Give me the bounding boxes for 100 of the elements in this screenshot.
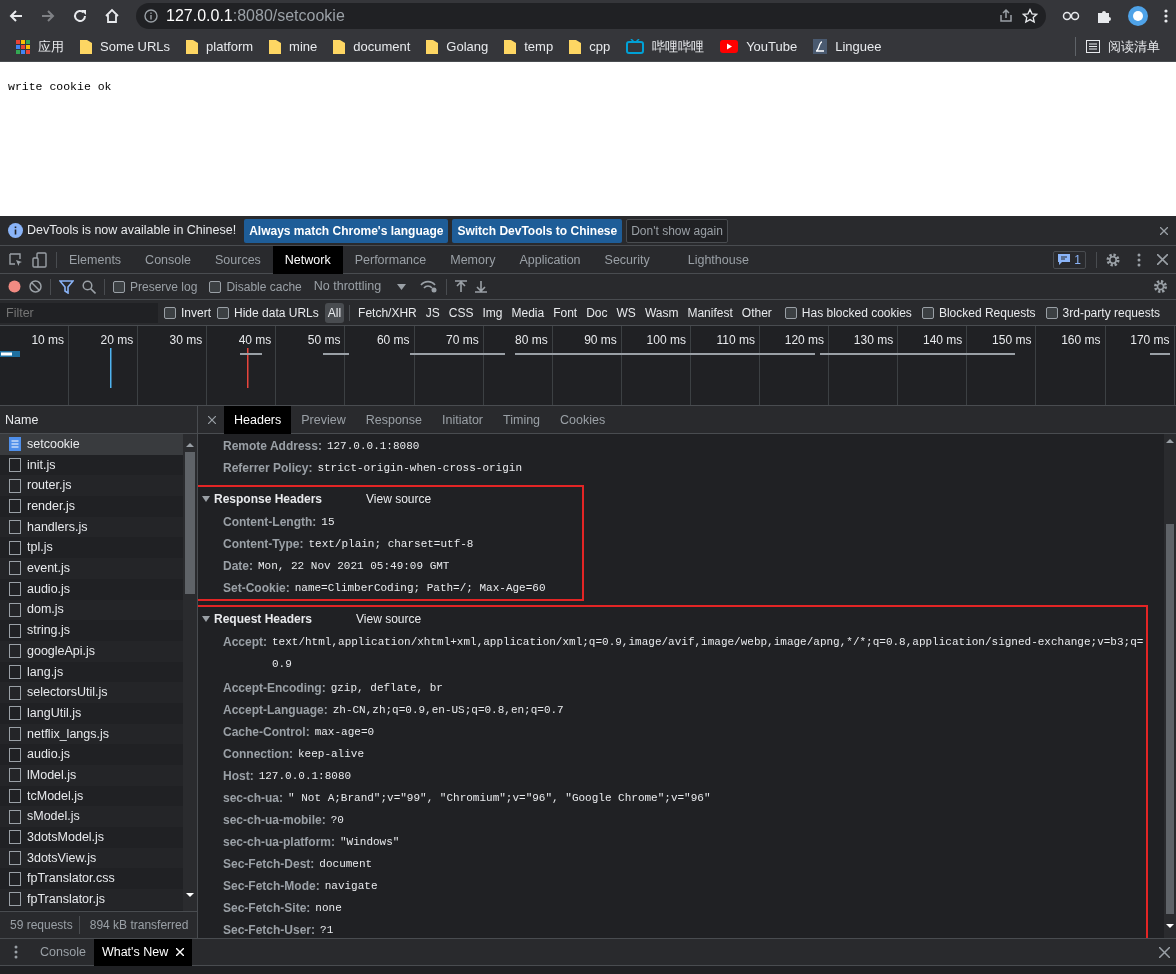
checkbox[interactable] bbox=[217, 306, 229, 319]
type-filter-button[interactable]: Other bbox=[738, 302, 775, 323]
request-row[interactable]: string.js bbox=[0, 620, 183, 641]
issues-button[interactable]: 1 bbox=[1053, 250, 1086, 269]
detail-tab[interactable]: Timing bbox=[493, 405, 551, 434]
request-row[interactable]: langUtil.js bbox=[0, 702, 183, 724]
panel-tab[interactable]: Lighthouse bbox=[661, 245, 761, 274]
request-row[interactable]: fpTranslator.css bbox=[0, 868, 183, 890]
infobar-button[interactable]: Switch DevTools to Chinese bbox=[452, 218, 623, 243]
checkbox[interactable] bbox=[209, 280, 222, 293]
request-row[interactable]: 3dotsView.js bbox=[0, 847, 183, 869]
bookmark-link[interactable]: Some URLs bbox=[80, 36, 171, 57]
panel-tab[interactable]: Network bbox=[272, 245, 343, 274]
request-row[interactable]: setcookie bbox=[0, 434, 183, 455]
type-filter-button[interactable]: JS bbox=[422, 302, 443, 323]
drawer-tab[interactable]: Console bbox=[32, 938, 94, 966]
more-icon[interactable] bbox=[1164, 8, 1168, 24]
wifi-gear-icon[interactable] bbox=[420, 280, 439, 293]
home-icon[interactable] bbox=[104, 8, 120, 24]
request-row[interactable]: render.js bbox=[0, 496, 183, 517]
detail-tab[interactable]: Initiator bbox=[432, 405, 493, 434]
panel-tab[interactable]: Application bbox=[507, 245, 593, 274]
puzzle-icon[interactable] bbox=[1096, 8, 1112, 24]
request-row[interactable]: handlers.js bbox=[0, 516, 183, 538]
detail-tab[interactable]: Response bbox=[355, 405, 432, 434]
detail-tab[interactable]: Cookies bbox=[550, 405, 616, 434]
info-icon[interactable] bbox=[144, 9, 158, 23]
infobar-button[interactable]: Always match Chrome's language bbox=[244, 218, 449, 243]
settings-icon[interactable] bbox=[1105, 251, 1121, 268]
request-row[interactable]: selectorsUtil.js bbox=[0, 682, 183, 703]
type-filter-button[interactable]: CSS bbox=[445, 302, 477, 323]
back-icon[interactable] bbox=[8, 8, 24, 24]
record-icon[interactable] bbox=[8, 280, 21, 293]
forward-icon[interactable] bbox=[40, 8, 56, 24]
bookmark-link[interactable]: Golang bbox=[426, 36, 489, 57]
bookmark-link[interactable]: platform bbox=[186, 36, 254, 57]
panel-tab[interactable]: Elements bbox=[57, 245, 134, 274]
section-toggle[interactable]: Request Headers bbox=[202, 610, 313, 628]
type-filter-button[interactable]: WS bbox=[613, 302, 639, 323]
scrollbar[interactable] bbox=[183, 434, 197, 911]
inspect-icon[interactable] bbox=[8, 251, 24, 268]
type-filter-button[interactable]: Media bbox=[508, 302, 548, 323]
bookmark-link[interactable]: YouTube bbox=[720, 36, 798, 57]
download-icon[interactable] bbox=[475, 280, 488, 293]
request-row[interactable]: audio.js bbox=[0, 578, 183, 600]
request-row[interactable]: router.js bbox=[0, 475, 183, 497]
clear-icon[interactable] bbox=[29, 280, 42, 293]
panel-tab[interactable]: Performance bbox=[342, 245, 439, 274]
profile-avatar-icon[interactable] bbox=[1128, 6, 1148, 26]
panel-tab[interactable]: Memory bbox=[438, 245, 508, 274]
request-row[interactable]: event.js bbox=[0, 558, 183, 579]
search-icon[interactable] bbox=[82, 279, 96, 294]
type-filter-button[interactable]: Fetch/XHR bbox=[355, 302, 420, 323]
drawer-tab[interactable]: What's New bbox=[93, 938, 193, 966]
throttling-dropdown[interactable]: No throttling bbox=[313, 277, 413, 296]
infobar-button[interactable]: Don't show again bbox=[626, 218, 728, 243]
detail-tab[interactable]: Headers bbox=[224, 405, 292, 434]
bookmark-link[interactable]: document bbox=[333, 36, 411, 57]
bookmark-link[interactable]: 应用 bbox=[16, 36, 64, 57]
upload-icon[interactable] bbox=[455, 280, 468, 293]
share-icon[interactable] bbox=[998, 8, 1014, 24]
bookmark-link[interactable]: 哔哩哔哩 bbox=[626, 36, 705, 57]
section-toggle[interactable]: Response Headers bbox=[202, 490, 323, 508]
request-row[interactable]: fpTranslator.js bbox=[0, 889, 183, 910]
reload-icon[interactable] bbox=[72, 8, 88, 24]
type-filter-button[interactable]: Manifest bbox=[684, 302, 736, 323]
request-row[interactable]: tpl.js bbox=[0, 537, 183, 559]
type-filter-button[interactable]: Doc bbox=[583, 302, 611, 323]
request-row[interactable]: sModel.js bbox=[0, 806, 183, 828]
device-toggle-icon[interactable] bbox=[32, 251, 48, 268]
view-source-link[interactable]: View source bbox=[366, 490, 432, 508]
request-row[interactable]: audio.js bbox=[0, 744, 183, 765]
type-filter-button[interactable]: Img bbox=[479, 302, 506, 323]
checkbox[interactable] bbox=[784, 306, 797, 319]
star-icon[interactable] bbox=[1022, 8, 1038, 24]
scrollbar[interactable] bbox=[1164, 434, 1176, 938]
bookmark-link[interactable]: Linguee bbox=[813, 36, 882, 57]
reading-list-link[interactable]: 阅读清单 bbox=[1075, 36, 1160, 57]
filter-field[interactable]: Filter bbox=[0, 302, 158, 323]
type-filter-button[interactable]: Font bbox=[550, 302, 581, 323]
panel-tab[interactable]: Security bbox=[592, 245, 662, 274]
request-row[interactable]: netflix_langs.js bbox=[0, 723, 183, 745]
column-header[interactable]: Name bbox=[5, 413, 39, 427]
glasses-icon[interactable] bbox=[1062, 9, 1080, 23]
more-icon[interactable] bbox=[14, 945, 18, 959]
bookmark-link[interactable]: temp bbox=[504, 36, 554, 57]
request-row[interactable]: lModel.js bbox=[0, 765, 183, 786]
detail-tab[interactable]: Preview bbox=[291, 405, 356, 434]
type-filter-button[interactable]: Wasm bbox=[641, 302, 682, 323]
view-source-link[interactable]: View source bbox=[356, 610, 422, 628]
request-row[interactable]: dom.js bbox=[0, 599, 183, 621]
type-filter-button[interactable]: All bbox=[324, 302, 345, 323]
panel-tab[interactable]: Console bbox=[133, 245, 203, 274]
checkbox[interactable] bbox=[164, 306, 176, 319]
request-row[interactable]: init.js bbox=[0, 454, 183, 476]
bookmark-link[interactable]: mine bbox=[269, 36, 318, 57]
request-row[interactable]: 3dotsModel.js bbox=[0, 827, 183, 848]
panel-tab[interactable]: Sources bbox=[203, 245, 273, 274]
settings-icon[interactable] bbox=[1153, 279, 1168, 294]
bookmark-link[interactable]: cpp bbox=[569, 36, 611, 57]
